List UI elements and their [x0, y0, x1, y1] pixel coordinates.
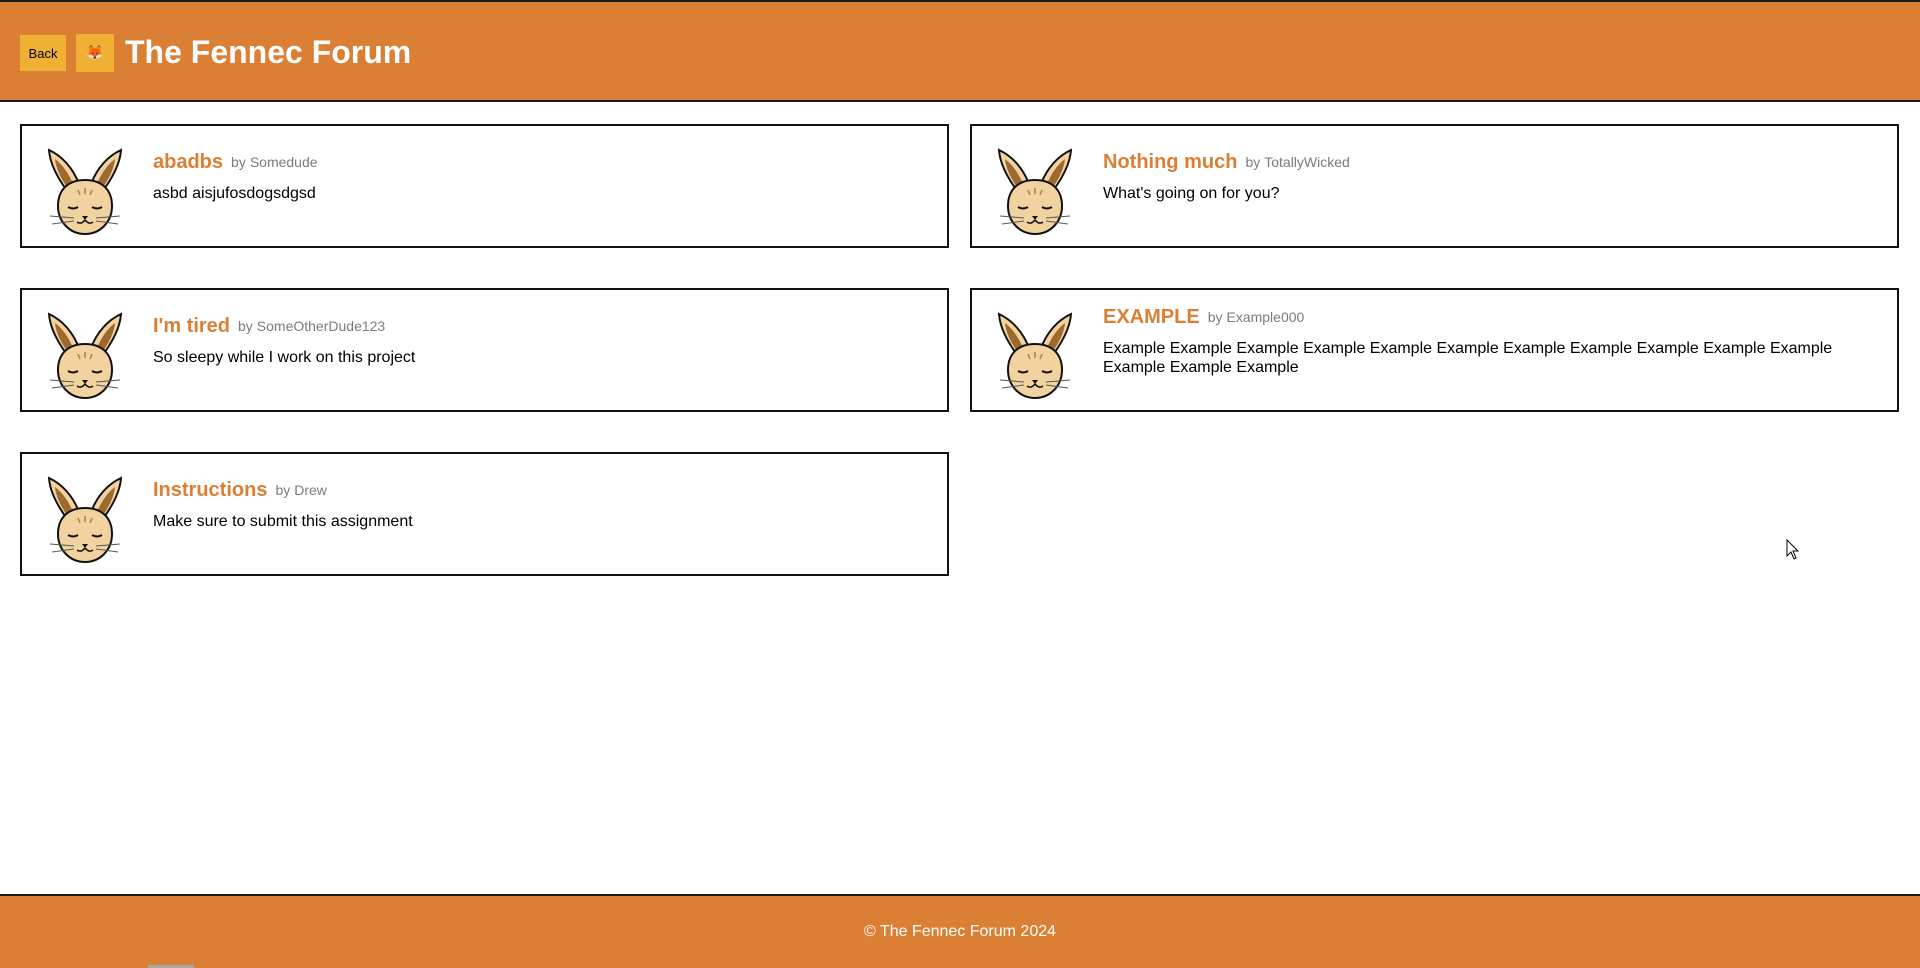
mouse-cursor-icon: [1786, 539, 1800, 560]
post-author: Somedude: [249, 154, 318, 170]
fennec-fox-avatar-icon: [40, 144, 130, 240]
fennec-fox-avatar-icon: [40, 308, 130, 404]
post-card[interactable]: Instructions by Drew Make sure to submit t…: [20, 452, 949, 576]
post-byline: by TotallyWicked: [1245, 154, 1349, 170]
fennec-fox-avatar-icon: [990, 308, 1080, 404]
post-content: Nothing much by TotallyWicked What's going…: [1103, 150, 1867, 203]
post-author: Drew: [294, 482, 327, 498]
post-card[interactable]: Nothing much by TotallyWicked What's going…: [970, 124, 1899, 248]
fennec-fox-avatar-icon: [990, 144, 1080, 240]
post-byline: by SomeOtherDude123: [238, 318, 385, 334]
copyright-text: © The Fennec Forum 2024: [863, 923, 1057, 940]
by-label: by: [275, 482, 291, 498]
by-label: by: [231, 154, 246, 170]
post-author: SomeOtherDude123: [256, 318, 386, 334]
post-byline: by Somedude: [231, 154, 318, 170]
post-content: Instructions by Drew Make sure to submit t…: [153, 478, 917, 531]
site-header: Back 🦊 The Fennec Forum: [0, 0, 1920, 102]
post-body: So sleepy while I work on this project: [153, 349, 416, 367]
post-content: I'm tired by SomeOtherDude123 So sleepy wh…: [153, 314, 917, 367]
site-footer: © The Fennec Forum 2024: [0, 894, 1920, 968]
post-card[interactable]: EXAMPLE by Example000 Example Example Exam…: [970, 288, 1899, 412]
by-label: by: [1245, 154, 1261, 170]
post-title: I'm tired: [153, 315, 230, 337]
post-title-line: Nothing much by TotallyWicked: [1103, 150, 1867, 174]
post-title: abadbs: [153, 151, 224, 173]
post-title-line: Instructions by Drew: [153, 478, 917, 502]
post-byline: by Example000: [1208, 309, 1305, 325]
post-body: What's going on for you?: [1103, 185, 1280, 203]
back-button[interactable]: Back: [20, 35, 66, 71]
post-title-line: EXAMPLE by Example000: [1103, 305, 1867, 329]
post-content: abadbs by Somedude asbd aisjufosdogsdgsd: [153, 150, 917, 203]
post-byline: by Drew: [275, 482, 326, 498]
post-title-line: abadbs by Somedude: [153, 150, 917, 174]
by-label: by: [1207, 309, 1223, 325]
post-title: EXAMPLE: [1103, 306, 1200, 328]
post-body: asbd aisjufosdogsdgsd: [153, 185, 316, 203]
post-body: Make sure to submit this assignment: [153, 513, 413, 531]
fennec-fox-avatar-icon: [40, 472, 130, 568]
post-title-line: I'm tired by SomeOtherDude123: [153, 314, 917, 338]
post-card[interactable]: abadbs by Somedude asbd aisjufosdogsdgsd: [20, 124, 949, 248]
home-logo-button[interactable]: 🦊: [76, 34, 114, 72]
post-title: Instructions: [153, 479, 268, 501]
page-title: The Fennec Forum: [125, 34, 412, 70]
post-author: Example000: [1226, 309, 1305, 325]
post-content: EXAMPLE by Example000 Example Example Exam…: [1103, 305, 1867, 377]
post-title: Nothing much: [1103, 151, 1238, 173]
post-body: Example Example Example Example Example …: [1103, 340, 1833, 377]
post-author: TotallyWicked: [1264, 154, 1350, 170]
by-label: by: [238, 318, 253, 334]
fox-emoji-icon: 🦊: [86, 45, 104, 61]
post-card[interactable]: I'm tired by SomeOtherDude123 So sleepy wh…: [20, 288, 949, 412]
